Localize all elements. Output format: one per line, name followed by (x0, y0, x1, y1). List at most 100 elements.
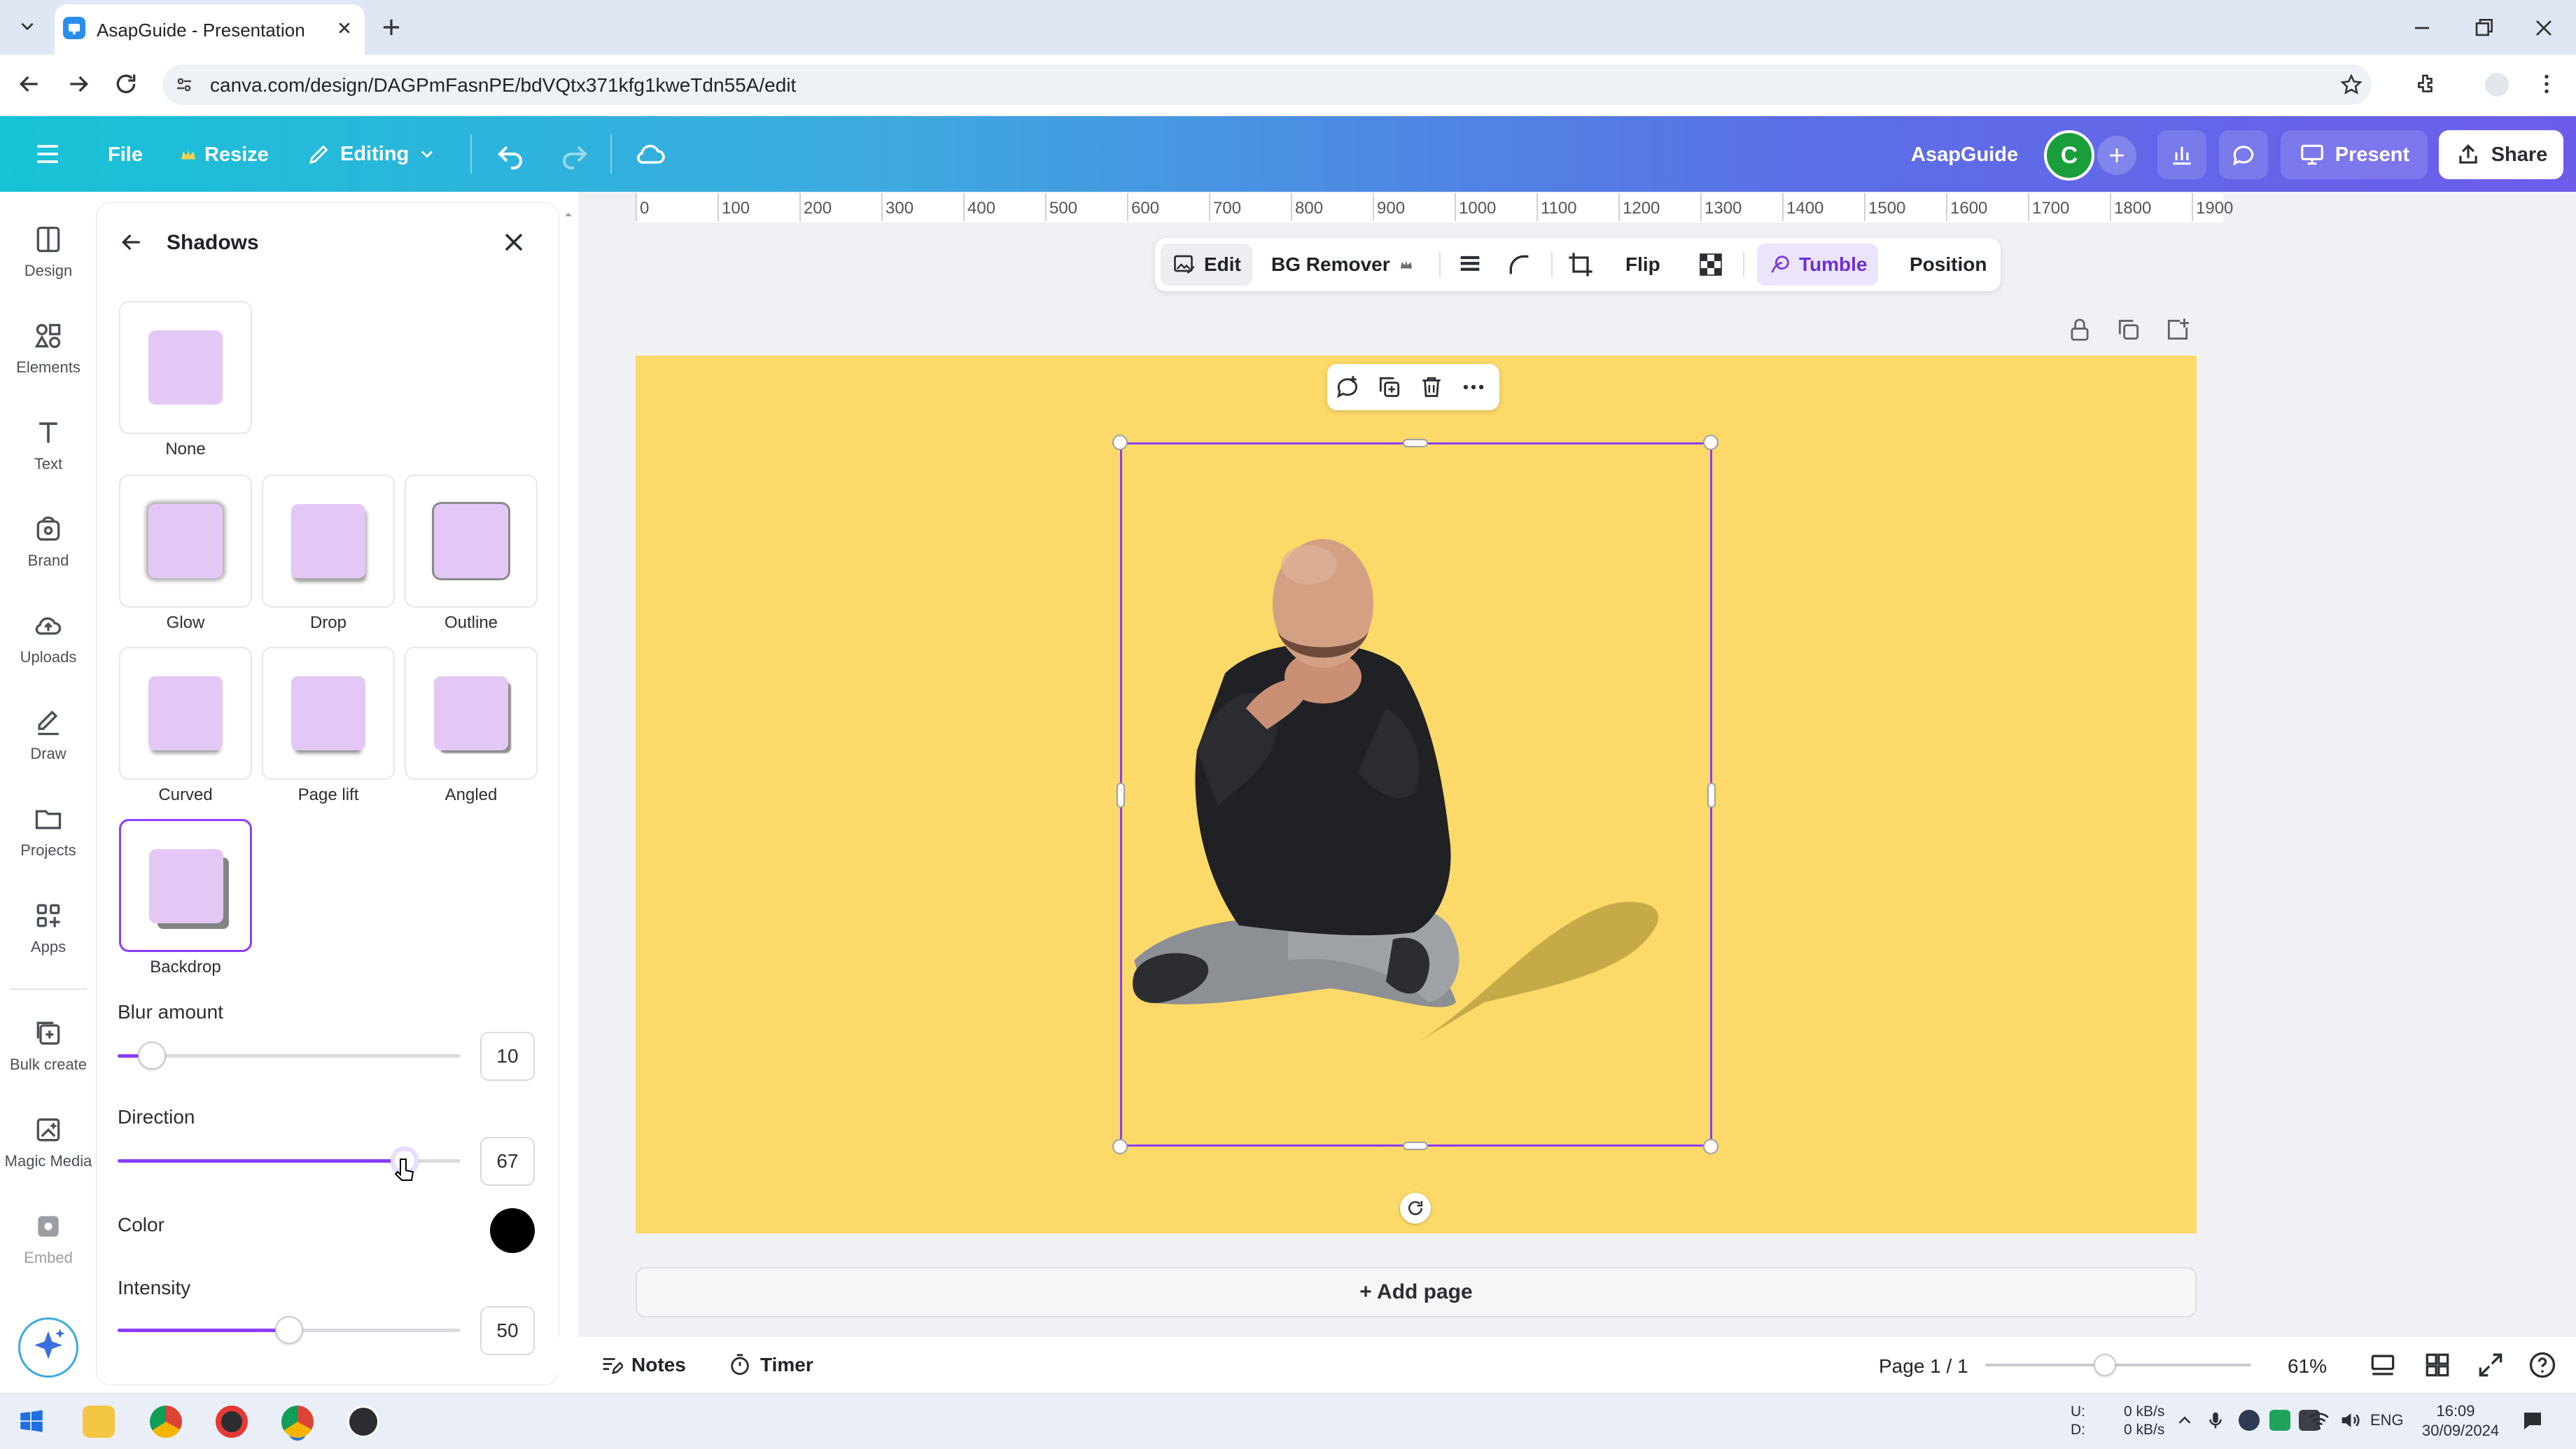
volume-icon[interactable] (2338, 1408, 2362, 1432)
resize-button[interactable]: Resize (179, 140, 269, 169)
site-info-icon[interactable] (174, 74, 195, 95)
add-page-icon[interactable] (2164, 316, 2191, 343)
page-indicator[interactable]: Page 1 / 1 (1879, 1355, 1968, 1378)
chrome-icon[interactable] (150, 1406, 182, 1438)
tumble-animation-button[interactable]: Tumble (1757, 244, 1879, 286)
resize-handle-left[interactable] (1116, 783, 1125, 808)
tray-app-icon[interactable] (2239, 1410, 2260, 1431)
notifications-icon[interactable] (2520, 1408, 2545, 1434)
shadow-option-glow[interactable] (119, 475, 252, 608)
recorder-app-icon[interactable] (216, 1406, 248, 1438)
extensions-icon[interactable] (2414, 71, 2439, 97)
tray-overflow-icon[interactable] (2174, 1410, 2195, 1431)
share-button[interactable]: Share (2439, 130, 2563, 179)
blur-value-input[interactable]: 10 (480, 1032, 535, 1081)
border-style-button[interactable] (1456, 251, 1484, 279)
bookmark-star-icon[interactable] (2339, 73, 2363, 97)
duplicate-element-button[interactable] (1376, 374, 1403, 400)
bg-remover-button[interactable]: BG Remover (1264, 244, 1421, 286)
rail-item-embed[interactable]: Embed (0, 1211, 97, 1267)
shadow-option-page-lift[interactable] (262, 647, 395, 780)
panel-scrollbar[interactable] (560, 203, 577, 1385)
rail-item-magic-media[interactable]: Magic Media (0, 1114, 97, 1170)
rail-item-bulk-create[interactable]: Bulk create (0, 1018, 97, 1074)
profile-avatar[interactable] (2485, 73, 2509, 97)
zoom-level[interactable]: 61% (2288, 1355, 2327, 1378)
wifi-icon[interactable] (2307, 1408, 2331, 1432)
notes-button[interactable]: Notes (599, 1351, 686, 1379)
panel-close-button[interactable] (498, 227, 529, 258)
browser-menu-icon[interactable] (2534, 71, 2559, 97)
page-view-button[interactable] (2367, 1350, 2398, 1380)
tray-app-icon[interactable] (2269, 1410, 2290, 1431)
rail-item-apps[interactable]: Apps (0, 900, 97, 956)
panel-back-button[interactable] (118, 228, 146, 256)
comment-element-button[interactable] (1334, 374, 1361, 400)
resize-handle-top[interactable] (1403, 439, 1428, 447)
shadow-option-outline[interactable] (405, 475, 538, 608)
windows-start-icon[interactable] (17, 1407, 46, 1436)
shadow-color-swatch[interactable] (490, 1208, 535, 1253)
transparency-button[interactable] (1697, 251, 1725, 279)
resize-handle-bottom-right[interactable] (1703, 1139, 1718, 1154)
zoom-slider-thumb[interactable] (2094, 1354, 2116, 1376)
direction-value-input[interactable]: 67 (480, 1137, 535, 1186)
lock-page-icon[interactable] (2066, 316, 2093, 343)
duplicate-page-icon[interactable] (2115, 316, 2142, 343)
invite-button[interactable] (2097, 136, 2136, 175)
clock[interactable]: 16:09 30/09/2024 (2422, 1401, 2499, 1441)
intensity-slider-thumb[interactable] (275, 1316, 303, 1344)
present-button[interactable]: Present (2281, 130, 2428, 179)
microphone-icon[interactable] (2205, 1408, 2226, 1432)
tab-list-button[interactable] (13, 11, 42, 41)
rail-item-uploads[interactable]: Uploads (0, 610, 97, 666)
window-close-button[interactable] (2530, 14, 2558, 42)
rail-item-elements[interactable]: Elements (0, 321, 97, 377)
shadow-option-angled[interactable] (405, 647, 538, 780)
forward-button[interactable] (64, 70, 92, 98)
resize-handle-top-right[interactable] (1703, 435, 1718, 450)
main-menu-button[interactable] (32, 139, 63, 169)
input-language[interactable]: ENG (2370, 1411, 2404, 1429)
flip-button[interactable]: Flip (1625, 253, 1660, 276)
shadow-option-backdrop[interactable] (119, 819, 252, 952)
blur-slider-thumb[interactable] (138, 1042, 166, 1070)
resize-handle-top-left[interactable] (1112, 435, 1128, 450)
crop-button[interactable] (1567, 251, 1595, 279)
rail-item-projects[interactable]: Projects (0, 804, 97, 860)
window-minimize-button[interactable] (2408, 14, 2436, 42)
corner-rounding-button[interactable] (1505, 251, 1533, 279)
resize-handle-right[interactable] (1707, 783, 1716, 808)
resize-handle-bottom-left[interactable] (1112, 1139, 1128, 1154)
window-restore-button[interactable] (2470, 14, 2498, 42)
rail-item-draw[interactable]: Draw (0, 707, 97, 763)
insights-button[interactable] (2157, 130, 2206, 179)
tab-close-button[interactable] (333, 17, 356, 39)
file-explorer-icon[interactable] (83, 1406, 115, 1438)
user-avatar[interactable]: C (2044, 130, 2094, 181)
fullscreen-button[interactable] (2475, 1350, 2506, 1380)
intensity-value-input[interactable]: 50 (480, 1306, 535, 1355)
magic-assistant-button[interactable] (18, 1317, 78, 1378)
help-button[interactable] (2527, 1350, 2558, 1380)
chrome-active-icon[interactable] (281, 1406, 314, 1438)
editing-mode-button[interactable]: Editing (307, 137, 437, 171)
resize-handle-bottom[interactable] (1403, 1142, 1428, 1150)
zoom-slider-track[interactable] (1985, 1364, 2251, 1366)
back-button[interactable] (15, 70, 43, 98)
reload-button[interactable] (112, 70, 140, 98)
shadow-option-curved[interactable] (119, 647, 252, 780)
address-bar[interactable]: canva.com/design/DAGPmFasnPE/bdVQtx371kf… (162, 64, 2372, 105)
edit-image-button[interactable]: Edit (1161, 244, 1252, 286)
more-options-button[interactable] (1460, 374, 1487, 400)
clock-app-icon[interactable] (347, 1406, 379, 1438)
add-page-button[interactable]: + Add page (636, 1267, 2197, 1317)
browser-tab-active[interactable]: AsapGuide - Presentation (55, 4, 365, 55)
rotate-handle[interactable] (1400, 1193, 1431, 1224)
rail-item-text[interactable]: Text (0, 417, 97, 473)
delete-element-button[interactable] (1418, 374, 1445, 400)
timer-button[interactable]: Timer (728, 1351, 813, 1379)
grid-view-button[interactable] (2422, 1350, 2453, 1380)
position-button[interactable]: Position (1910, 253, 1987, 276)
new-tab-button[interactable] (378, 14, 405, 41)
